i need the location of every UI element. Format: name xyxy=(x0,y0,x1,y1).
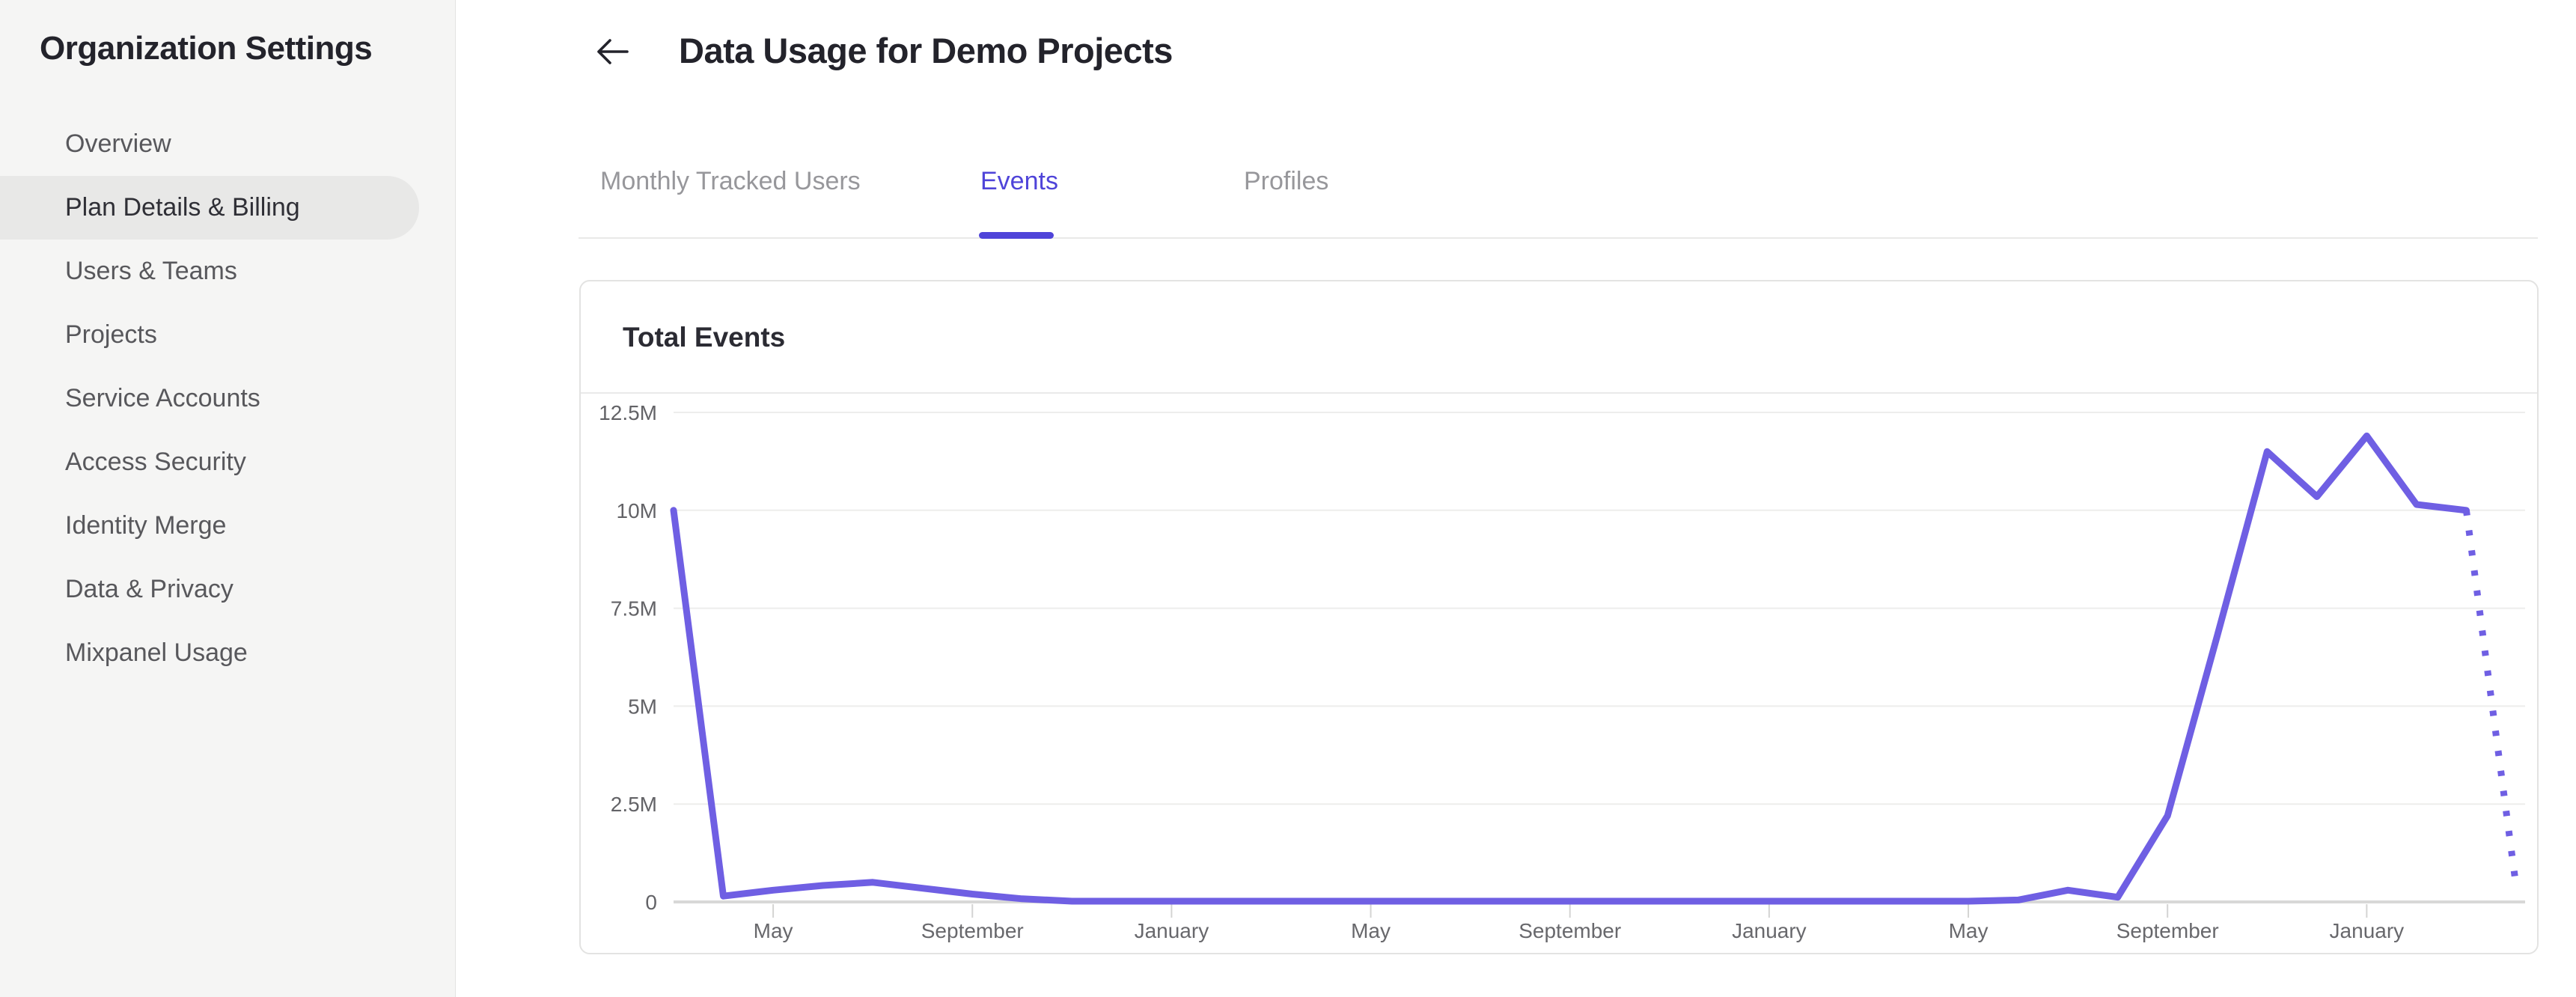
back-button[interactable] xyxy=(591,33,633,72)
sidebar-item-plan-details-billing[interactable]: Plan Details & Billing xyxy=(0,176,419,240)
sidebar-item-label: Overview xyxy=(65,129,171,158)
active-tab-underline xyxy=(979,232,1054,239)
sidebar-item-users-teams[interactable]: Users & Teams xyxy=(0,240,419,303)
sidebar-item-data-privacy[interactable]: Data & Privacy xyxy=(0,558,419,621)
sidebar-item-mixpanel-usage[interactable]: Mixpanel Usage xyxy=(0,621,419,685)
sidebar-item-label: Data & Privacy xyxy=(65,575,234,603)
sidebar-item-label: Service Accounts xyxy=(65,384,260,412)
sidebar-item-label: Users & Teams xyxy=(65,257,237,285)
sidebar-item-projects[interactable]: Projects xyxy=(0,303,419,367)
sidebar-nav: Overview Plan Details & Billing Users & … xyxy=(0,112,456,685)
app-root: Organization Settings Overview Plan Deta… xyxy=(0,0,2576,997)
arrow-left-icon xyxy=(593,37,631,69)
sidebar-title: Organization Settings xyxy=(40,30,373,67)
sidebar-item-access-security[interactable]: Access Security xyxy=(0,430,419,494)
sidebar-item-label: Plan Details & Billing xyxy=(65,193,300,222)
sidebar-item-label: Mixpanel Usage xyxy=(65,638,248,667)
sidebar-item-identity-merge[interactable]: Identity Merge xyxy=(0,494,419,558)
tab-profiles[interactable]: Profiles xyxy=(1244,167,1328,196)
tabs-bottom-border xyxy=(579,237,2538,239)
tab-events[interactable]: Events xyxy=(980,167,1058,196)
sidebar-item-label: Access Security xyxy=(65,448,246,476)
total-events-card: Total Events xyxy=(579,280,2539,954)
sidebar-item-service-accounts[interactable]: Service Accounts xyxy=(0,367,419,430)
tab-monthly-tracked-users[interactable]: Monthly Tracked Users xyxy=(600,167,861,196)
sidebar-item-label: Projects xyxy=(65,320,157,349)
card-title: Total Events xyxy=(623,322,786,353)
card-header-divider xyxy=(581,392,2537,394)
sidebar-item-label: Identity Merge xyxy=(65,511,227,540)
page-title: Data Usage for Demo Projects xyxy=(679,31,1173,70)
organization-settings-sidebar: Organization Settings Overview Plan Deta… xyxy=(0,0,456,997)
sidebar-item-overview[interactable]: Overview xyxy=(0,112,419,176)
